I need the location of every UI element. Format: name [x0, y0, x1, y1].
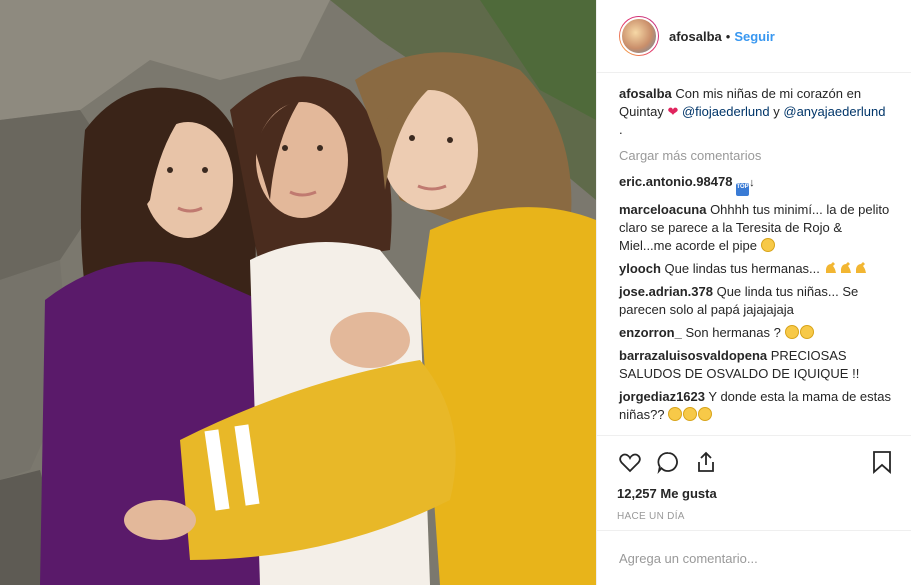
comment-item: barrazaluisosvaldopena PRECIOSAS SALUDOS… [619, 347, 891, 383]
comment-item: marceloacuna Ohhhh tus minimí... la de p… [619, 201, 891, 255]
flexed-biceps-icon [825, 262, 836, 273]
comment-username[interactable]: barrazaluisosvaldopena [619, 348, 767, 363]
avatar[interactable] [619, 16, 659, 56]
like-button[interactable] [615, 447, 645, 477]
smile-face-icon [683, 407, 698, 421]
comment-username[interactable]: jorgediaz1623 [619, 389, 705, 404]
smirk-face-icon [799, 325, 814, 339]
flexed-biceps-icon [840, 262, 851, 273]
mention-link-1[interactable]: @fiojaederlund [682, 104, 770, 119]
comment-username[interactable]: eric.antonio.98478 [619, 174, 732, 189]
comment-item: eric.antonio.98478 TOP↓ [619, 173, 891, 196]
comment-item: jose.adrian.378 Que linda tus niñas... S… [619, 283, 891, 319]
comments-list: afosalba Con mis niñas de mi corazón en … [597, 73, 911, 424]
share-upload-icon [698, 451, 714, 472]
post-photo[interactable] [0, 0, 596, 585]
comment-item: enzorron_ Son hermanas ? [619, 324, 891, 342]
comment-input[interactable] [617, 550, 881, 567]
caption: afosalba Con mis niñas de mi corazón en … [619, 85, 891, 139]
post-header: afosalba • Seguir [597, 0, 911, 73]
heart-emoji-icon: ❤ [667, 104, 679, 119]
smirk-face-icon [784, 325, 799, 339]
action-bar [597, 436, 911, 480]
side-panel: afosalba • Seguir afosalba Con mis niñas… [596, 0, 911, 585]
comment-username[interactable]: jose.adrian.378 [619, 284, 713, 299]
actions-section: 12,257 Me gusta HACE UN DÍA [597, 435, 911, 522]
comment-text: Son hermanas ? [685, 325, 781, 340]
photo-illustration [0, 0, 596, 585]
comment-button[interactable] [653, 447, 683, 477]
sad-face-icon [760, 238, 775, 252]
caption-username[interactable]: afosalba [619, 86, 672, 101]
top-arrow-icon: TOP [736, 183, 750, 196]
comment-item: jorgediaz1623 Y donde esta la mama de es… [619, 388, 891, 424]
comment-username[interactable]: ylooch [619, 261, 661, 276]
add-comment-section [597, 530, 911, 586]
mention-link-2[interactable]: @anyajaederlund [783, 104, 885, 119]
load-more-comments-button[interactable]: Cargar más comentarios [619, 147, 891, 165]
likes-count[interactable]: 12,257 Me gusta [597, 480, 911, 501]
comment-text: Que lindas tus hermanas... [664, 261, 820, 276]
comment-username[interactable]: enzorron_ [619, 325, 682, 340]
share-button[interactable] [691, 447, 721, 477]
caption-text-3: . [619, 122, 623, 137]
smile-face-icon [668, 407, 683, 421]
flexed-biceps-icon [855, 262, 866, 273]
heart-icon [619, 453, 641, 473]
caption-text-2: y [773, 104, 780, 119]
follow-button[interactable]: Seguir [734, 29, 774, 44]
down-arrow-icon: ↓ [749, 177, 755, 189]
smile-face-icon [698, 407, 713, 421]
comment-username[interactable]: marceloacuna [619, 202, 706, 217]
header-separator: • [725, 28, 731, 44]
header-username[interactable]: afosalba [669, 29, 722, 44]
post-time[interactable]: HACE UN DÍA [597, 501, 911, 522]
comment-item: ylooch Que lindas tus hermanas... [619, 260, 891, 278]
bookmark-icon [873, 451, 891, 474]
comment-bubble-icon [657, 452, 678, 474]
instagram-post: afosalba • Seguir afosalba Con mis niñas… [0, 0, 911, 585]
save-button[interactable] [867, 447, 897, 477]
